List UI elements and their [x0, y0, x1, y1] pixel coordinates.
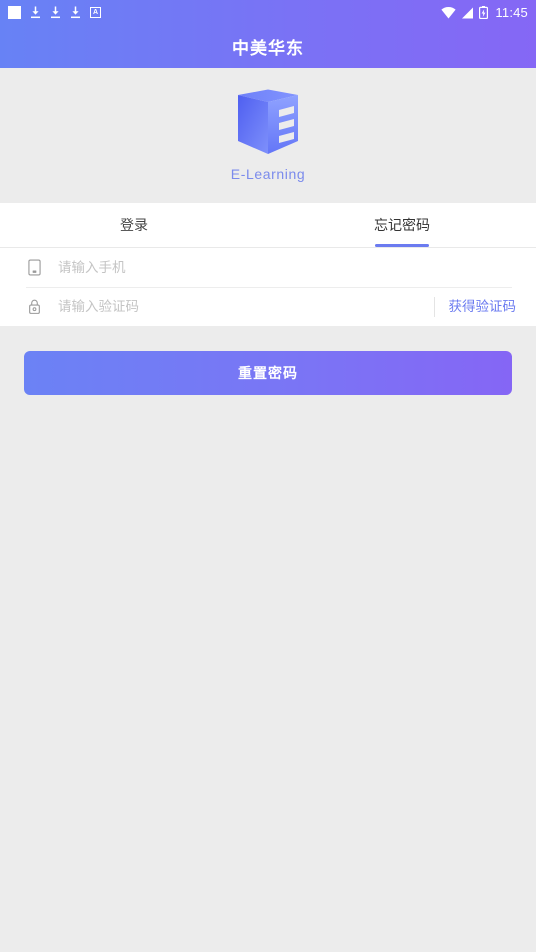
verification-code-input[interactable] — [42, 299, 434, 314]
tab-login-label: 登录 — [120, 217, 148, 233]
signal-icon — [461, 6, 474, 19]
app-square-icon — [8, 5, 21, 19]
status-bar: A 11:45 — [0, 0, 536, 24]
tab-login[interactable]: 登录 — [0, 203, 268, 247]
app-bar: 中美华东 — [0, 24, 536, 68]
app-screen: A 11:45 中美华东 E-Learning 登录 忘记密码 请输入手机 请输… — [0, 0, 536, 952]
wifi-icon — [441, 6, 457, 19]
phone-input[interactable] — [42, 260, 536, 275]
page-title: 中美华东 — [232, 38, 304, 58]
lock-icon — [26, 298, 42, 316]
status-bar-clock: 11:45 — [495, 4, 528, 20]
status-bar-notification-icons: A — [8, 5, 101, 19]
download-icon — [50, 6, 61, 19]
phone-icon — [26, 259, 42, 277]
page-background — [0, 395, 536, 952]
tab-forgot-password[interactable]: 忘记密码 — [268, 203, 536, 247]
download-icon — [70, 6, 81, 19]
tab-forgot-password-label: 忘记密码 — [374, 217, 430, 233]
e-learning-cube-logo-icon — [232, 89, 304, 155]
status-bar-system-icons: 11:45 — [441, 5, 528, 20]
battery-icon — [479, 5, 489, 19]
submit-area: 重置密码 — [0, 326, 536, 395]
auth-tabs: 登录 忘记密码 — [0, 203, 536, 248]
verification-code-field-row: 获得验证码 — [0, 287, 536, 326]
get-verification-code-button[interactable]: 获得验证码 — [433, 296, 536, 317]
logo-area: E-Learning — [0, 68, 536, 203]
reset-password-form: 获得验证码 — [0, 248, 536, 326]
reset-password-button[interactable]: 重置密码 — [24, 351, 512, 395]
download-icon — [30, 6, 41, 19]
phone-field-row — [0, 248, 536, 287]
font-a-icon: A — [90, 6, 101, 18]
logo-caption: E-Learning — [230, 166, 306, 182]
